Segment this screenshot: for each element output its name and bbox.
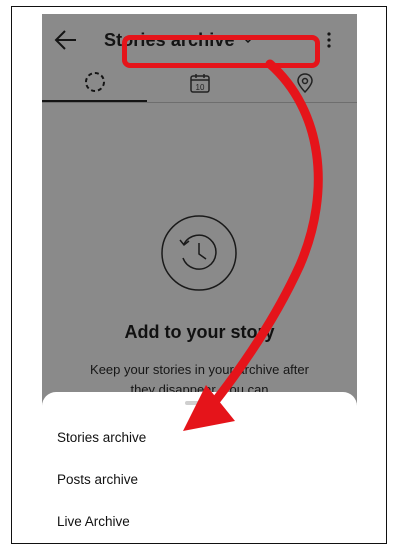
history-clock-icon [161, 215, 237, 291]
menu-item-live-archive[interactable]: Live Archive [57, 510, 327, 534]
arrow-left-icon [54, 30, 76, 50]
calendar-icon: 10 [189, 74, 210, 93]
more-vertical-icon [327, 32, 331, 48]
tab-stories[interactable] [42, 64, 147, 102]
back-button[interactable] [52, 26, 80, 54]
phone-screen: Stories archive 10 Add to your story Kee… [42, 14, 357, 540]
annotation-highlight-box [122, 35, 320, 68]
tab-map[interactable] [252, 64, 357, 102]
stories-ring-icon [84, 72, 105, 92]
menu-item-posts-archive[interactable]: Posts archive [57, 468, 327, 492]
archive-menu-sheet: Stories archive Posts archive Live Archi… [42, 392, 357, 540]
sheet-drag-handle[interactable] [185, 401, 215, 405]
empty-state-title: Add to your story [124, 322, 275, 342]
location-pin-icon [296, 73, 313, 94]
tab-calendar[interactable]: 10 [147, 64, 252, 102]
calendar-day-label: 10 [195, 83, 204, 92]
more-options-button[interactable] [321, 28, 337, 52]
menu-item-stories-archive[interactable]: Stories archive [57, 426, 327, 450]
archive-tabs: 10 [42, 64, 357, 103]
